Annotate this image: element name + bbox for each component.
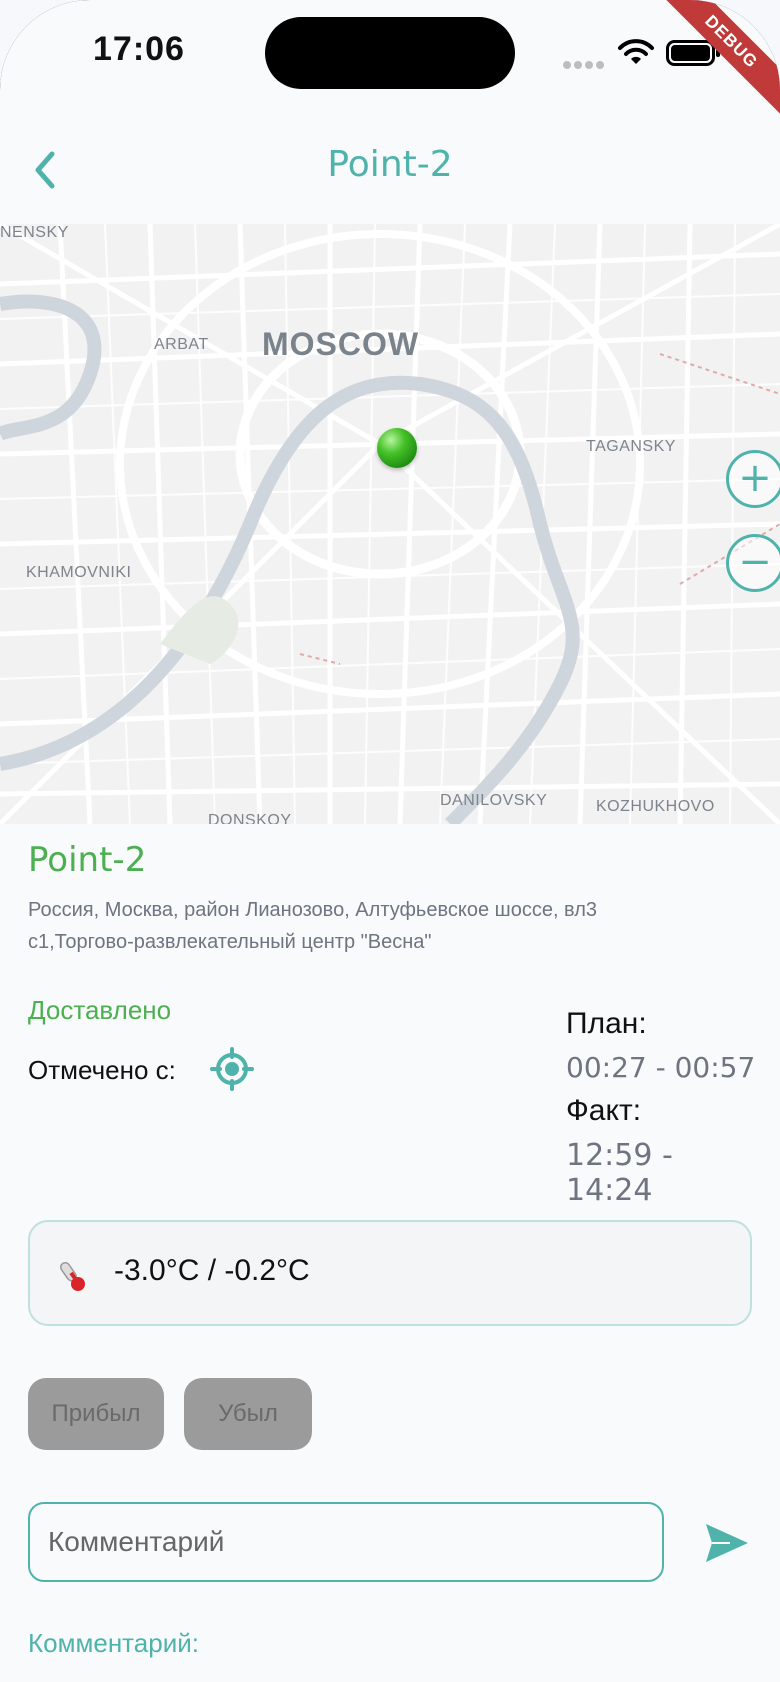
fact-label: Факт:	[566, 1094, 642, 1127]
point-details: Point-2 Россия, Москва, район Лианозово,…	[28, 840, 752, 958]
map-label-arbat: ARBAT	[154, 336, 209, 353]
page-title: Point-2	[327, 144, 453, 185]
temperature-card: -3.0°C / -0.2°C	[28, 1220, 752, 1326]
status-time: 17:06	[93, 30, 185, 68]
signal-icon	[563, 54, 607, 73]
point-address: Россия, Москва, район Лианозово, Алтуфье…	[28, 899, 598, 953]
map-label-taganksy: TAGANSKY	[586, 438, 676, 455]
map-pin-marker[interactable]	[377, 428, 417, 468]
marked-from-label: Отмечено с:	[28, 1055, 176, 1085]
map-label-city: MOSCOW	[262, 326, 420, 362]
delivery-status: Доставлено	[28, 995, 172, 1025]
fact-value: 12:59 - 14:24	[566, 1138, 673, 1208]
map-label-kozhukhovo: KOZHUKHOVO	[596, 798, 715, 815]
map-label-presnensky: NENSKY	[0, 224, 69, 241]
thermometer-icon	[60, 1261, 85, 1291]
screen: 17:06 DEBUG Point-2 NENSKY ARBAT MOSCOW …	[0, 0, 780, 1682]
map-streets	[0, 224, 780, 824]
phone-frame: 17:06 DEBUG Point-2 NENSKY ARBAT MOSCOW …	[0, 0, 780, 1682]
map-label-khamovniki: KHAMOVNIKI	[26, 564, 132, 581]
map-view[interactable]: NENSKY ARBAT MOSCOW TAGANSKY KHAMOVNIKI …	[0, 224, 780, 824]
temperature-value: -3.0°C / -0.2°C	[114, 1254, 310, 1287]
left-button[interactable]: Убыл	[184, 1378, 312, 1450]
zoom-in-button[interactable]: +	[726, 450, 780, 508]
comment-input[interactable]	[28, 1502, 664, 1582]
gps-target-icon[interactable]	[210, 1047, 254, 1091]
arrived-button[interactable]: Прибыл	[28, 1378, 164, 1450]
status-section: Доставлено Отмечено с: План: 00:27 - 00:…	[28, 995, 755, 1208]
zoom-out-button[interactable]: −	[726, 534, 780, 592]
plan-value: 00:27 - 00:57	[566, 1051, 756, 1084]
status-bar: 17:06 DEBUG	[0, 0, 780, 121]
plan-label: План:	[566, 1007, 647, 1040]
comment-section-label: Комментарий:	[28, 1628, 199, 1658]
send-icon[interactable]	[704, 1520, 750, 1566]
point-name: Point-2	[28, 840, 147, 880]
times-block: План: 00:27 - 00:57 Факт: 12:59 - 14:24	[566, 1007, 756, 1218]
app-bar: Point-2	[0, 120, 780, 220]
map-label-donskoy: DONSKOY	[208, 812, 292, 824]
dynamic-island	[265, 17, 515, 89]
map-label-danilovsky: DANILOVSKY	[440, 792, 548, 809]
wifi-icon	[618, 39, 654, 64]
